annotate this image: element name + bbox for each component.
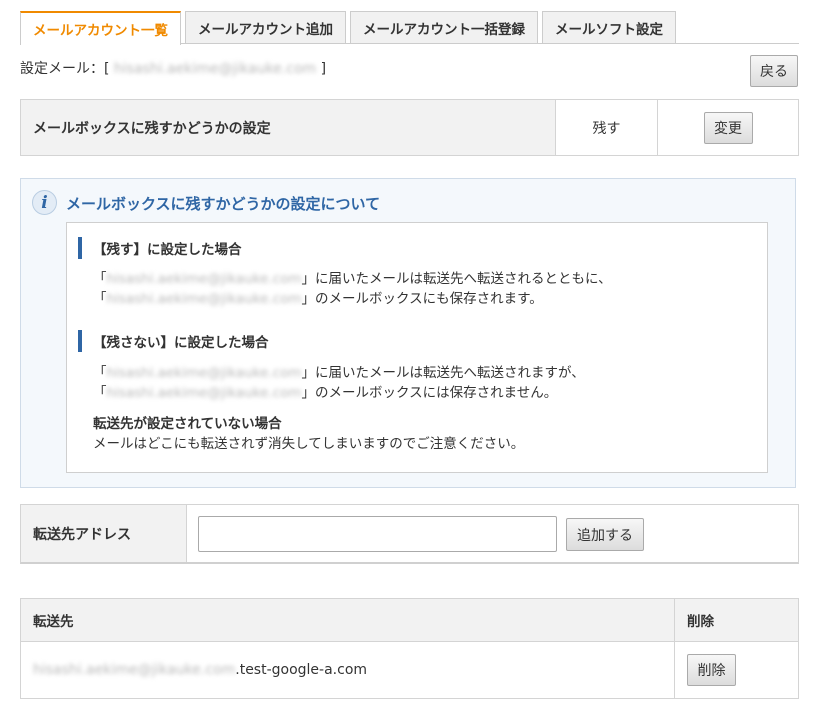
column-header-delete: 削除 xyxy=(687,614,714,630)
keep-line-2-open: 「 xyxy=(93,291,107,307)
keep-line-2-text: 」のメールボックスにも保存されます。 xyxy=(301,291,543,307)
not-keep-line-1-text: 」に届いたメールは転送先へ転送されますが、 xyxy=(301,365,585,381)
tab-mail-software-settings[interactable]: メールソフト設定 xyxy=(542,11,676,44)
delete-button[interactable]: 削除 xyxy=(687,654,736,686)
tab-bar: メールアカウント一覧 メールアカウント追加 メールアカウント一括登録 メールソフ… xyxy=(20,11,680,45)
mailbox-setting-row: メールボックスに残すかどうかの設定 残す 変更 xyxy=(20,99,799,156)
column-header-forward: 転送先 xyxy=(21,599,675,641)
info-icon: i xyxy=(32,190,57,215)
keep-line-1-text: 」に届いたメールは転送先へ転送されるとともに、 xyxy=(301,271,612,287)
keep-line-1-address: hisashi.aekime@jikauke.com xyxy=(106,271,302,287)
keep-line-2-address: hisashi.aekime@jikauke.com xyxy=(106,291,302,307)
delete-cell: 削除 xyxy=(675,642,798,698)
forward-address-cell: hisashi.aekime@jikauke.com .test-google-a… xyxy=(21,642,675,698)
forward-address-field: 追加する xyxy=(187,505,798,562)
not-keep-line-2-text: 」のメールボックスには保存されません。 xyxy=(301,385,558,401)
setting-mail-address: hisashi.aekime@jikauke.com xyxy=(113,61,317,77)
forward-table-header: 転送先 削除 xyxy=(21,599,798,642)
back-button[interactable]: 戻る xyxy=(750,55,798,87)
keep-section-title: 【残す】に設定した場合 xyxy=(78,237,242,259)
forward-table: 転送先 削除 hisashi.aekime@jikauke.com .test-g… xyxy=(20,598,799,699)
not-keep-line-2-open: 「 xyxy=(93,385,107,401)
setting-mail-line: 設定メール：[ hisashi.aekime@jikauke.com ] xyxy=(20,58,326,78)
mailbox-setting-value: 残す xyxy=(556,100,658,155)
not-keep-line-2-address: hisashi.aekime@jikauke.com xyxy=(106,385,302,401)
change-button[interactable]: 変更 xyxy=(703,111,753,144)
forward-address-blurred: hisashi.aekime@jikauke.com xyxy=(33,662,236,678)
no-forward-title: 転送先が設定されていない場合 xyxy=(93,416,282,432)
info-box: i メールボックスに残すかどうかの設定について 【残す】に設定した場合 「his… xyxy=(20,178,796,488)
not-keep-line-1: 「hisashi.aekime@jikauke.com」に届いたメールは転送先へ… xyxy=(93,361,585,381)
mailbox-setting-action: 変更 xyxy=(658,100,798,155)
tab-mail-account-list[interactable]: メールアカウント一覧 xyxy=(20,11,181,45)
not-keep-line-1-open: 「 xyxy=(93,365,107,381)
forward-address-input[interactable] xyxy=(198,516,557,552)
forward-address-form: 転送先アドレス 追加する xyxy=(20,504,799,564)
not-keep-line-1-address: hisashi.aekime@jikauke.com xyxy=(106,365,302,381)
keep-line-1-open: 「 xyxy=(93,271,107,287)
mailbox-setting-label: メールボックスに残すかどうかの設定 xyxy=(21,100,556,155)
setting-mail-suffix: ] xyxy=(320,61,327,77)
tab-mail-account-add[interactable]: メールアカウント追加 xyxy=(185,11,346,44)
info-title: メールボックスに残すかどうかの設定について xyxy=(66,195,381,213)
add-button[interactable]: 追加する xyxy=(566,518,644,551)
forward-address-suffix: .test-google-a.com xyxy=(235,662,368,678)
keep-line-2: 「hisashi.aekime@jikauke.com」のメールボックスにも保存… xyxy=(93,287,543,307)
setting-mail-prefix: 設定メール：[ xyxy=(20,61,110,77)
not-keep-section-title: 【残さない】に設定した場合 xyxy=(78,330,269,352)
tab-mail-account-bulk-register[interactable]: メールアカウント一括登録 xyxy=(350,11,538,44)
no-forward-text: メールはどこにも転送されず消失してしまいますのでご注意ください。 xyxy=(93,436,525,452)
info-content: 【残す】に設定した場合 「hisashi.aekime@jikauke.com」… xyxy=(66,222,768,473)
table-row: hisashi.aekime@jikauke.com .test-google-a… xyxy=(21,642,798,698)
not-keep-line-2: 「hisashi.aekime@jikauke.com」のメールボックスには保存… xyxy=(93,381,557,401)
keep-line-1: 「hisashi.aekime@jikauke.com」に届いたメールは転送先へ… xyxy=(93,267,612,287)
forward-address-label: 転送先アドレス xyxy=(21,505,187,562)
